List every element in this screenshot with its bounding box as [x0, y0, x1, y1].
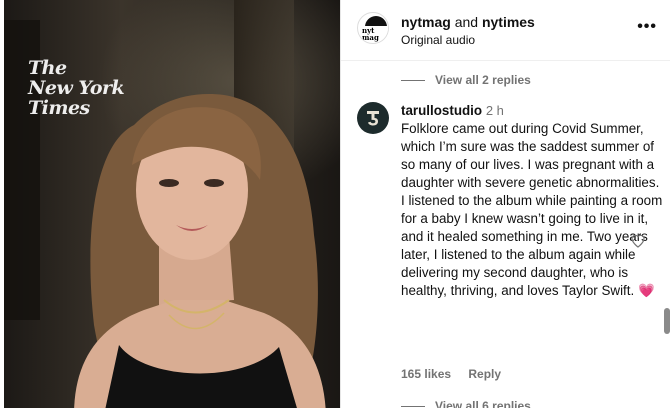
- replies-divider-line: [401, 79, 425, 81]
- nyt-watermark: The New York Times: [28, 57, 125, 119]
- view-replies-button[interactable]: View all 2 replies: [401, 73, 531, 87]
- tarullo-logo-icon: [367, 111, 379, 126]
- author-link-nytimes[interactable]: nytimes: [482, 14, 535, 30]
- likes-count[interactable]: 165 likes: [401, 367, 451, 381]
- post-authors: nytmag and nytimes: [401, 14, 535, 30]
- author-joiner: and: [454, 14, 479, 30]
- view-replies-label: View all 6 replies: [435, 399, 531, 408]
- watermark-line: The: [28, 57, 67, 79]
- reply-button[interactable]: Reply: [468, 367, 501, 381]
- comments-panel: nyt mag nytmag and nytimes Original audi…: [340, 0, 670, 408]
- replies-divider-line: [401, 405, 425, 407]
- comment-actions: 165 likes Reply: [401, 367, 515, 381]
- heart-outline-icon: [631, 234, 645, 248]
- comment-timestamp[interactable]: 2 h: [486, 103, 504, 118]
- avatar-text: nyt mag: [361, 26, 388, 42]
- watermark-line: New York: [28, 77, 125, 99]
- video-player[interactable]: The New York Times: [4, 0, 340, 408]
- view-replies-button-2[interactable]: View all 6 replies: [401, 399, 531, 408]
- watermark-line: Times: [28, 97, 90, 119]
- nytmag-avatar[interactable]: nyt mag: [357, 12, 389, 44]
- commenter-username[interactable]: tarullostudio: [401, 103, 482, 118]
- comment-body: tarullostudio 2 h Folklore came out duri…: [401, 102, 663, 300]
- scrollbar[interactable]: [664, 62, 670, 408]
- more-options-button[interactable]: •••: [637, 18, 657, 36]
- commenter-avatar[interactable]: [357, 102, 389, 134]
- author-link-nytmag[interactable]: nytmag: [401, 14, 451, 30]
- view-replies-label: View all 2 replies: [435, 73, 531, 87]
- comment-text: Folklore came out during Covid Summer, w…: [401, 121, 663, 298]
- like-comment-button[interactable]: [630, 233, 646, 254]
- audio-label[interactable]: Original audio: [401, 33, 475, 47]
- pink-heart-emoji: 💗: [637, 283, 655, 298]
- post-header: nyt mag nytmag and nytimes Original audi…: [341, 0, 670, 61]
- scrollbar-thumb[interactable]: [664, 308, 670, 334]
- video-subject-figure: [74, 94, 326, 408]
